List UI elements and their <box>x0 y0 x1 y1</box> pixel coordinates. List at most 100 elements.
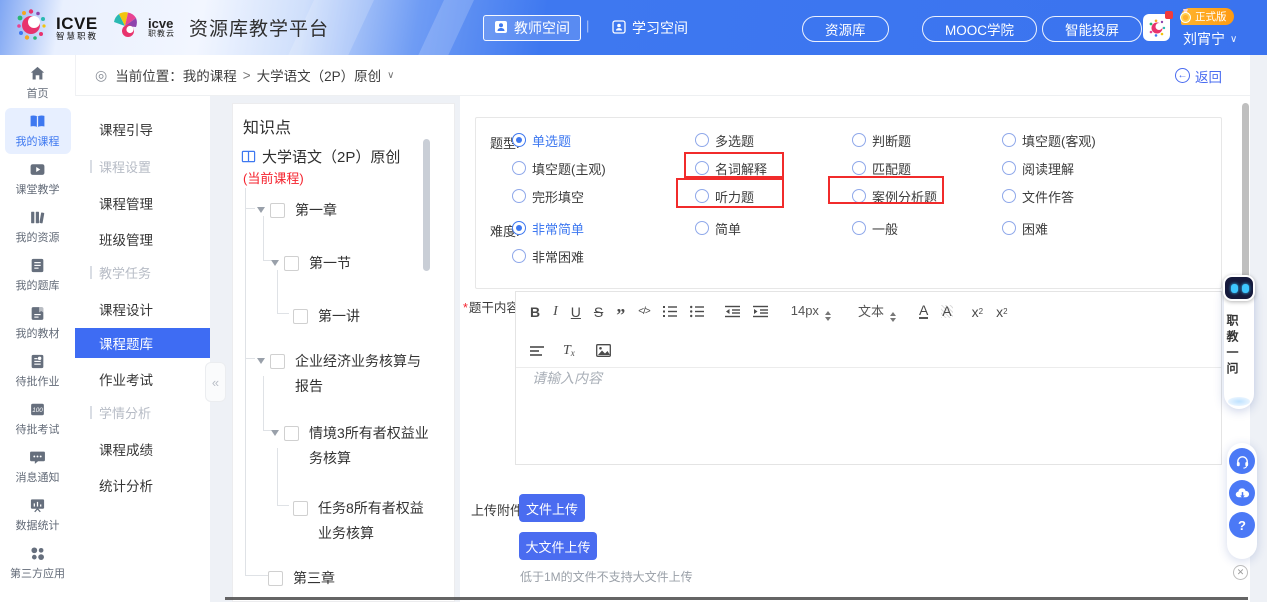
submenu-item-course-question-bank[interactable]: 课程题库 <box>75 328 210 358</box>
resource-library-button[interactable]: 资源库 <box>802 16 889 42</box>
checkbox[interactable] <box>293 501 308 516</box>
code-icon[interactable]: </> <box>638 304 649 320</box>
radio-selected-icon[interactable] <box>512 133 526 147</box>
big-file-upload-button[interactable]: 大文件上传 <box>519 532 597 560</box>
radio-icon[interactable] <box>1002 221 1016 235</box>
radio-icon[interactable] <box>852 133 866 147</box>
radio-icon[interactable] <box>1002 133 1016 147</box>
checkbox[interactable] <box>270 354 285 369</box>
qtype-label[interactable]: 阅读理解 <box>1022 159 1074 178</box>
difficulty-option-easy[interactable]: 简单 <box>695 214 852 242</box>
tree-node-label[interactable]: 第三章 <box>293 566 433 591</box>
user-avatar[interactable] <box>1143 14 1170 41</box>
checkbox[interactable] <box>284 426 299 441</box>
qtype-option-fill-blank-objective[interactable]: 填空题(客观) <box>1002 126 1172 154</box>
qtype-label[interactable]: 匹配题 <box>872 159 911 178</box>
subscript-icon[interactable]: x2 <box>972 304 983 320</box>
close-floating-toolbar-button[interactable]: ✕ <box>1233 565 1248 580</box>
tree-root-node[interactable]: 大学语文（2P）原创 <box>241 146 400 167</box>
qtype-option-multiple-choice[interactable]: 多选题 <box>695 126 852 154</box>
nav-learn-space[interactable]: 学习空间 <box>612 15 688 41</box>
submenu-item-course-design[interactable]: 课程设计 <box>75 294 210 324</box>
radio-icon[interactable] <box>695 221 709 235</box>
clear-format-icon[interactable]: Tx <box>563 340 575 361</box>
font-size-select[interactable]: 14px <box>791 303 831 321</box>
font-family-select[interactable]: 文本 <box>858 301 896 322</box>
checkbox[interactable] <box>268 571 283 586</box>
underline-icon[interactable]: U <box>571 304 581 320</box>
back-button[interactable]: ← 返回 <box>1175 55 1222 96</box>
radio-icon[interactable] <box>695 133 709 147</box>
tree-root-label[interactable]: 大学语文（2P）原创 <box>262 146 400 167</box>
caret-down-icon[interactable] <box>271 430 279 436</box>
stepper-arrows-icon[interactable] <box>825 311 831 321</box>
sidebar-item-pending-exams[interactable]: 100 待批考试 <box>5 396 71 442</box>
tree-node-label[interactable]: 第一节 <box>309 251 441 276</box>
tree-node-scenario3[interactable]: 情境3所有者权益业务核算 <box>271 421 439 471</box>
qtype-label[interactable]: 多选题 <box>715 131 754 150</box>
breadcrumb-current[interactable]: 大学语文（2P）原创 <box>257 65 382 85</box>
qtype-label[interactable]: 完形填空 <box>532 187 584 206</box>
sidebar-item-home[interactable]: 首页 <box>5 60 71 106</box>
qtype-option-cloze[interactable]: 完形填空 <box>512 182 695 210</box>
radio-selected-icon[interactable] <box>512 221 526 235</box>
qtype-option-file-answer[interactable]: 文件作答 <box>1002 182 1172 210</box>
superscript-icon[interactable]: x2 <box>996 304 1007 320</box>
submenu-item-class-management[interactable]: 班级管理 <box>75 224 210 254</box>
ai-assistant-widget[interactable]: 职教一问 <box>1224 281 1254 409</box>
insert-image-icon[interactable] <box>596 344 611 357</box>
tree-node-label[interactable]: 第一讲 <box>318 304 446 329</box>
submenu-item-homework-exam[interactable]: 作业考试 <box>75 364 210 394</box>
breadcrumb-dropdown-icon[interactable]: ∨ <box>387 70 394 81</box>
submenu-item-course-guide[interactable]: 课程引导 <box>75 114 210 144</box>
font-color-icon[interactable]: A <box>919 304 928 319</box>
tree-node-label[interactable]: 情境3所有者权益业务核算 <box>309 421 439 471</box>
radio-icon[interactable] <box>852 221 866 235</box>
tree-node-lecture1[interactable]: 第一讲 <box>293 304 446 329</box>
difficulty-option-label[interactable]: 非常简单 <box>532 219 584 238</box>
sidebar-item-my-question-bank[interactable]: 我的题库 <box>5 252 71 298</box>
tree-node-section1[interactable]: 第一节 <box>271 251 441 276</box>
radio-icon[interactable] <box>512 189 526 203</box>
bold-icon[interactable]: B <box>530 304 540 320</box>
qtype-label[interactable]: 判断题 <box>872 131 911 150</box>
qtype-label[interactable]: 单选题 <box>532 131 571 150</box>
qtype-option-single-choice[interactable]: 单选题 <box>512 126 695 154</box>
ordered-list-icon[interactable] <box>663 305 677 318</box>
highlight-color-icon[interactable]: A <box>941 305 952 318</box>
qtype-label[interactable]: 填空题(客观) <box>1022 131 1096 150</box>
sidebar-item-my-courses[interactable]: 我的课程 <box>5 108 71 154</box>
difficulty-option-hard[interactable]: 困难 <box>1002 214 1172 242</box>
difficulty-option-very-easy[interactable]: 非常简单 <box>512 214 695 242</box>
radio-icon[interactable] <box>1002 161 1016 175</box>
page-scrollbar-thumb[interactable] <box>1242 103 1249 286</box>
checkbox[interactable] <box>293 309 308 324</box>
sidebar-item-classroom-teaching[interactable]: 课堂教学 <box>5 156 71 202</box>
radio-icon[interactable] <box>512 161 526 175</box>
stepper-arrows-icon[interactable] <box>890 312 896 322</box>
blockquote-icon[interactable]: ” <box>616 310 625 320</box>
align-icon[interactable] <box>530 345 544 357</box>
sidebar-item-data-statistics[interactable]: 数据统计 <box>5 492 71 538</box>
breadcrumb-parent-link[interactable]: 我的课程 <box>183 65 237 85</box>
customer-service-button[interactable] <box>1229 448 1255 474</box>
qtype-label[interactable]: 填空题(主观) <box>532 159 606 178</box>
sidebar-item-notifications[interactable]: 消息通知 <box>5 444 71 490</box>
qtype-label[interactable]: 文件作答 <box>1022 187 1074 206</box>
outdent-icon[interactable] <box>725 305 740 318</box>
tree-node-label[interactable]: 第一章 <box>295 198 435 223</box>
tree-node-task8[interactable]: 任务8所有者权益业务核算 <box>293 496 432 546</box>
caret-down-icon[interactable] <box>257 358 265 364</box>
radio-icon[interactable] <box>852 161 866 175</box>
caret-down-icon[interactable] <box>257 207 265 213</box>
tree-node-label[interactable]: 企业经济业务核算与报告 <box>295 349 427 399</box>
qtype-option-reading-comprehension[interactable]: 阅读理解 <box>1002 154 1172 182</box>
difficulty-option-label[interactable]: 简单 <box>715 219 741 238</box>
difficulty-option-medium[interactable]: 一般 <box>852 214 1002 242</box>
mooc-academy-button[interactable]: MOOC学院 <box>922 16 1037 42</box>
submenu-item-course-grades[interactable]: 课程成绩 <box>75 434 210 464</box>
download-button[interactable] <box>1229 480 1255 506</box>
unordered-list-icon[interactable] <box>690 305 704 318</box>
radio-icon[interactable] <box>1002 189 1016 203</box>
difficulty-option-label[interactable]: 一般 <box>872 219 898 238</box>
